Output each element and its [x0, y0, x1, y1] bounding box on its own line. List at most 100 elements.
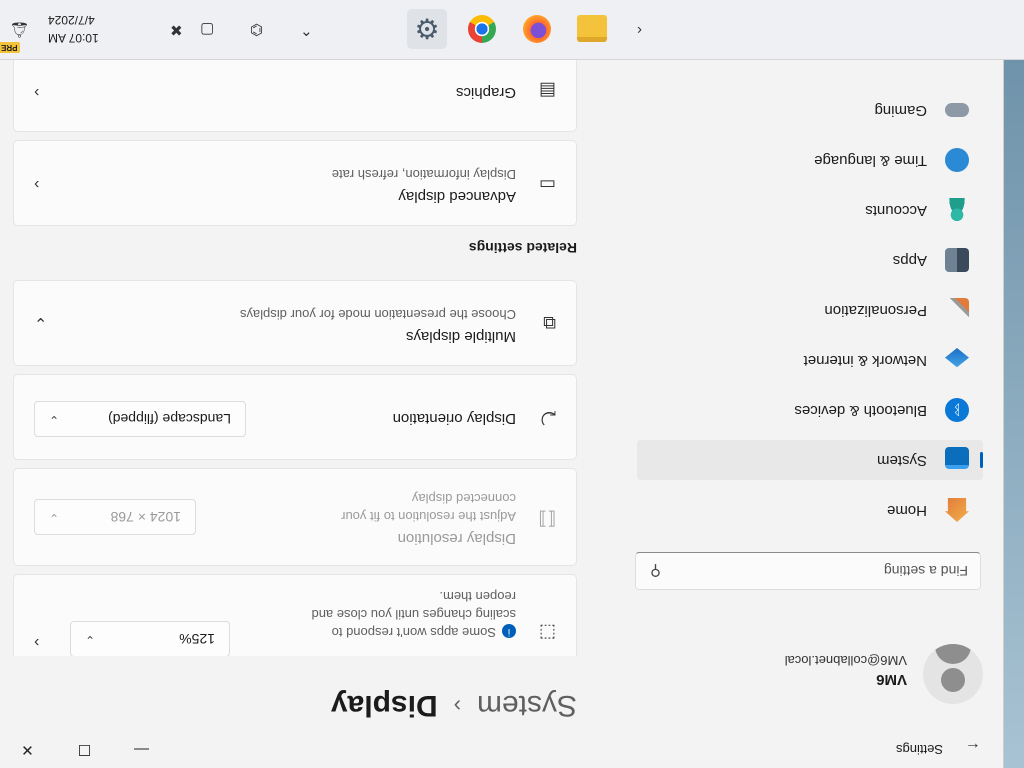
settings-window: ← Settings — ☐ ✕ VM6 VM6@collabnet.local… — [0, 60, 1004, 768]
multiple-displays-desc: Choose the presentation mode for your di… — [239, 307, 516, 322]
sidebar-item-label: Personalization — [824, 302, 927, 319]
sidebar-item-label: Gaming — [874, 102, 927, 119]
window-controls: — ☐ ✕ — [0, 732, 170, 768]
maximize-button[interactable]: ☐ — [56, 732, 113, 768]
multiple-displays-title: Multiple displays — [405, 328, 516, 345]
avatar-body-icon — [935, 644, 971, 664]
user-profile[interactable]: VM6 VM6@collabnet.local — [643, 634, 983, 704]
graphics-title: Graphics — [455, 84, 516, 101]
scale-icon: ⬚ — [538, 623, 556, 643]
chevron-down-icon: ⌄ — [49, 511, 60, 525]
avatar-head-icon — [941, 668, 965, 692]
taskbar-app-file-explorer[interactable] — [572, 9, 612, 49]
chevron-up-icon[interactable]: ⌃ — [300, 21, 313, 39]
breadcrumb-separator: › — [453, 694, 461, 719]
advanced-display-title: Advanced display — [398, 188, 516, 205]
bluetooth-icon: ᛒ — [945, 398, 969, 422]
taskbar-app-firefox[interactable] — [517, 9, 557, 49]
orientation-title: Display orientation — [392, 410, 516, 427]
sidebar-item-label: Network & internet — [803, 352, 927, 369]
clock-globe-icon — [945, 148, 969, 172]
chevron-down-icon[interactable]: ⌄ — [34, 313, 47, 333]
chevron-left-icon[interactable]: ‹ — [637, 22, 642, 39]
resolution-icon: ⟦⟧ — [538, 509, 556, 529]
orientation-select[interactable]: Landscape (flipped) ⌄ — [34, 401, 246, 437]
sidebar-item-home[interactable]: Home — [637, 490, 983, 530]
clock-time: 10:07 AM — [48, 31, 99, 45]
notification-bell-icon[interactable]: 🔔︎ — [10, 21, 29, 39]
resolution-title: Display resolution — [397, 530, 516, 547]
clock-date: 4/7/2024 — [48, 13, 95, 27]
taskbar-app-settings[interactable]: ⚙ — [407, 9, 447, 49]
graphics-card[interactable]: ▤ Graphics › — [13, 60, 577, 132]
breadcrumb-parent[interactable]: System — [477, 689, 577, 722]
sidebar-nav: Home System ᛒ Bluetooth & devices Networ… — [637, 80, 983, 530]
back-arrow-icon[interactable]: ← — [965, 738, 981, 756]
minimize-button[interactable]: — — [113, 732, 170, 768]
page-title: Display — [330, 689, 438, 722]
scale-select[interactable]: 125% ⌄ — [70, 621, 230, 656]
sidebar-item-label: Apps — [892, 252, 927, 269]
gear-icon: ⚙ — [414, 13, 440, 45]
chevron-down-icon: ⌄ — [85, 633, 96, 647]
advanced-display-desc: Display information, refresh rate — [331, 167, 516, 182]
firefox-icon — [523, 15, 551, 43]
home-icon — [945, 498, 969, 522]
sidebar-item-time-language[interactable]: Time & language — [637, 140, 983, 180]
network-tray-icon[interactable]: ⌬ — [250, 21, 263, 39]
multiple-displays-card[interactable]: ⧉ Multiple displays Choose the presentat… — [13, 280, 577, 366]
taskbar: ‹ ⚙ ⌃ ⌬ ▢ ✖ 10:07 AM 4/7/2024 🔔︎ PRE — [0, 0, 1024, 60]
monitor-icon: ▭ — [538, 175, 556, 195]
resolution-card: ⟦⟧ Display resolution Adjust the resolut… — [13, 468, 577, 566]
sidebar: VM6 VM6@collabnet.local Find a setting ⚲… — [633, 60, 1003, 732]
taskbar-app-chrome[interactable] — [462, 9, 502, 49]
breadcrumb: System › Display — [331, 688, 577, 722]
resolution-select: 1024 × 768 ⌄ — [34, 499, 196, 535]
chevron-right-icon[interactable]: › — [34, 633, 39, 651]
chevron-down-icon: ⌄ — [49, 413, 60, 427]
active-indicator — [980, 452, 983, 468]
chrome-icon — [468, 15, 496, 43]
search-input[interactable]: Find a setting ⚲ — [635, 552, 981, 590]
sidebar-item-label: Accounts — [865, 202, 927, 219]
accounts-icon — [945, 198, 969, 222]
pre-badge: PRE — [0, 42, 21, 53]
orientation-card: ⤾ Display orientation Landscape (flipped… — [13, 374, 577, 460]
close-button[interactable]: ✕ — [0, 732, 56, 768]
sidebar-item-bluetooth[interactable]: ᛒ Bluetooth & devices — [637, 390, 983, 430]
multiple-displays-icon: ⧉ — [543, 313, 556, 333]
main-content: System › Display ⬚ iSome apps won't respon… — [0, 60, 633, 732]
sidebar-item-gaming[interactable]: Gaming — [637, 90, 983, 130]
chevron-right-icon[interactable]: › — [34, 175, 39, 193]
advanced-display-card[interactable]: ▭ Advanced display Display information, … — [13, 140, 577, 226]
scale-value: 125% — [179, 631, 215, 647]
sidebar-item-label: Bluetooth & devices — [794, 402, 927, 419]
sidebar-item-network[interactable]: Network & internet — [637, 340, 983, 380]
profile-name: VM6 — [876, 671, 907, 688]
search-placeholder: Find a setting — [883, 563, 968, 579]
brush-icon — [945, 298, 969, 322]
apps-icon — [945, 248, 969, 272]
display-tray-icon[interactable]: ▢ — [200, 21, 214, 39]
window-title: Settings — [896, 742, 943, 757]
network-icon — [945, 348, 969, 372]
taskbar-clock[interactable]: 10:07 AM 4/7/2024 — [48, 11, 99, 47]
title-bar: ← Settings — ☐ ✕ — [0, 732, 1003, 768]
avatar — [923, 644, 983, 704]
chevron-right-icon[interactable]: › — [34, 83, 39, 101]
sidebar-item-personalization[interactable]: Personalization — [637, 290, 983, 330]
folder-icon — [577, 15, 607, 43]
settings-scroll-area[interactable]: ⬚ iSome apps won't respond to scaling ch… — [0, 60, 633, 656]
sidebar-item-label: Time & language — [814, 152, 927, 169]
sidebar-item-system[interactable]: System — [637, 440, 983, 480]
system-icon — [945, 447, 969, 469]
volume-muted-icon[interactable]: ✖ — [170, 21, 183, 39]
graphics-icon: ▤ — [538, 81, 556, 101]
scale-warning: iSome apps won't respond to scaling chan… — [311, 589, 516, 640]
orientation-icon: ⤾ — [541, 407, 556, 427]
resolution-value: 1024 × 768 — [110, 509, 181, 525]
sidebar-item-label: System — [876, 452, 927, 469]
sidebar-item-accounts[interactable]: Accounts — [637, 190, 983, 230]
sidebar-item-apps[interactable]: Apps — [637, 240, 983, 280]
sidebar-item-label: Home — [886, 502, 927, 519]
